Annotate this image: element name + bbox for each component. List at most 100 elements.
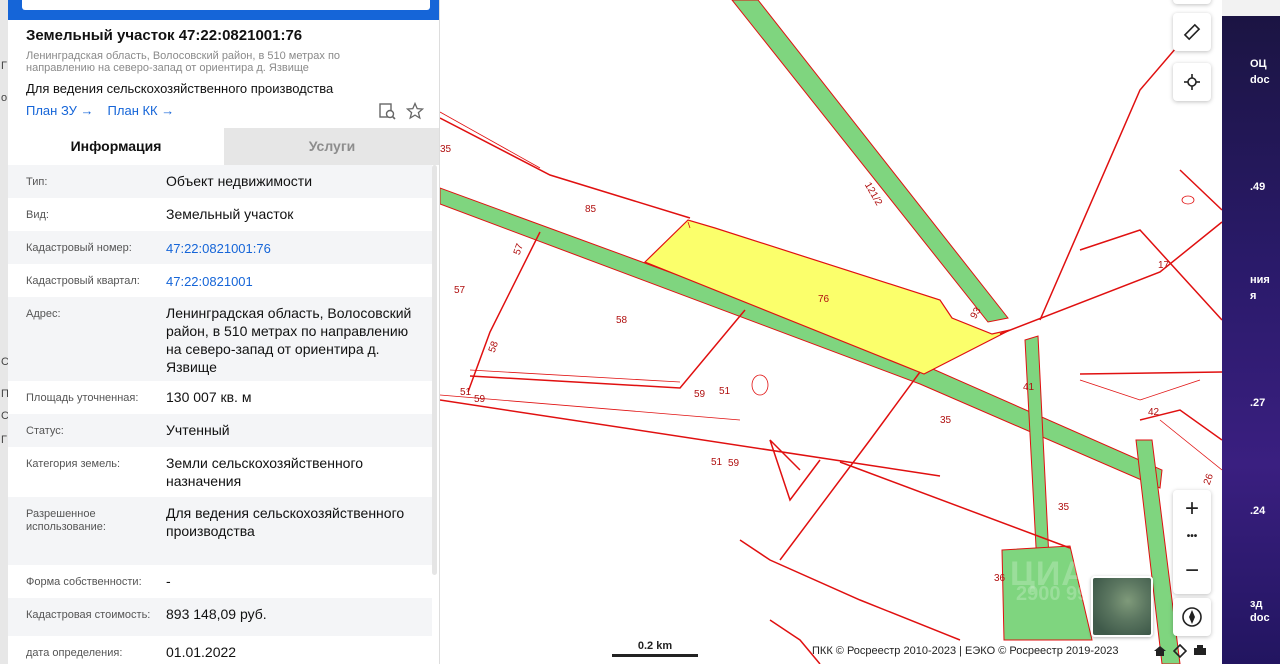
satellite-layer-toggle[interactable] bbox=[1091, 576, 1153, 637]
row-value: Земли сельскохозяйственного назначения bbox=[166, 455, 364, 489]
zoom-controls: + ••• − bbox=[1173, 490, 1211, 594]
right-strip-text: doc bbox=[1250, 612, 1270, 624]
right-strip-text: .24 bbox=[1250, 505, 1266, 517]
row-label: Кадастровый квартал: bbox=[26, 275, 140, 287]
left-strip-text: Г bbox=[1, 60, 7, 72]
search-input[interactable] bbox=[22, 0, 430, 10]
parcel-label: 51 bbox=[711, 457, 723, 468]
panel-actions bbox=[378, 101, 425, 120]
parcel-label: 85 bbox=[585, 204, 597, 215]
tab-services[interactable]: Услуги bbox=[224, 128, 439, 165]
plan-links: План ЗУ → План КК → bbox=[26, 103, 174, 118]
parcel-label: 17 bbox=[1158, 260, 1170, 271]
parcel-label: 26 bbox=[1202, 472, 1216, 487]
row-label: Тип: bbox=[26, 176, 48, 188]
table-row: Кадастровая стоимость: 893 148,09 руб. bbox=[8, 598, 432, 636]
scale-label: 0.2 km bbox=[637, 640, 673, 652]
table-row: Кадастровый номер: 47:22:0821001:76 bbox=[8, 231, 432, 264]
map-attribution: ПКК © Росреестр 2010-2023 | ЕЭКО © Росре… bbox=[812, 645, 1119, 657]
parcel-label: 35 bbox=[940, 415, 952, 426]
map-control-top[interactable] bbox=[1173, 0, 1211, 4]
row-value: Для ведения сельскохозяйственного произв… bbox=[166, 505, 405, 539]
table-row: Вид: Земельный участок bbox=[8, 198, 432, 231]
layers-icon[interactable] bbox=[1172, 643, 1188, 659]
parcel-address-subtitle: Ленинградская область, Волосовский район… bbox=[26, 50, 341, 74]
road-main bbox=[440, 187, 1163, 489]
row-label: Вид: bbox=[26, 209, 49, 221]
row-value: Ленинградская область, Волосовский район… bbox=[166, 305, 412, 375]
row-label: Категория земель: bbox=[26, 458, 121, 470]
crosshair-icon bbox=[1184, 74, 1200, 90]
parcel-label: 57 bbox=[512, 242, 526, 257]
right-strip-text: .49 bbox=[1250, 181, 1266, 193]
ruler-icon bbox=[1183, 23, 1201, 41]
more-button[interactable]: ••• bbox=[1173, 528, 1211, 546]
plan-zu-link[interactable]: План ЗУ → bbox=[26, 103, 94, 118]
compass-icon bbox=[1182, 607, 1202, 627]
star-icon[interactable] bbox=[405, 101, 425, 120]
map-scale: 0.2 km bbox=[612, 640, 698, 660]
row-label: Площадь уточненная: bbox=[26, 392, 139, 404]
search-header bbox=[8, 0, 439, 20]
row-value: 130 007 кв. м bbox=[166, 389, 252, 405]
table-row: дата определения: 01.01.2022 bbox=[8, 636, 432, 664]
zoom-out-button[interactable]: − bbox=[1173, 556, 1211, 586]
right-strip-text: .27 bbox=[1250, 397, 1266, 409]
zoom-in-button[interactable]: + bbox=[1173, 494, 1211, 524]
parcel-label: 35 bbox=[1058, 502, 1070, 513]
tab-information[interactable]: Информация bbox=[8, 128, 224, 165]
locate-button[interactable] bbox=[1173, 63, 1211, 101]
row-label: Статус: bbox=[26, 425, 64, 437]
parcel-title: Земельный участок 47:22:0821001:76 bbox=[26, 27, 303, 44]
parcel-label: 41 bbox=[1023, 382, 1035, 393]
corner-icons bbox=[1153, 643, 1207, 659]
panel-scrollbar[interactable] bbox=[432, 165, 437, 575]
table-row: Площадь уточненная: 130 007 кв. м bbox=[8, 381, 432, 414]
parcel-label: 59 bbox=[728, 458, 740, 469]
right-strip-text: doc bbox=[1250, 74, 1270, 86]
left-strip-text: Г bbox=[1, 434, 7, 446]
table-row: Категория земель: Земли сельскохозяйстве… bbox=[8, 447, 432, 497]
parcel-label: 59 bbox=[474, 394, 486, 405]
print-icon[interactable] bbox=[1193, 644, 1207, 658]
parcel-label: 35 bbox=[440, 144, 452, 155]
home-icon[interactable] bbox=[1153, 644, 1167, 658]
row-value: Земельный участок bbox=[166, 206, 294, 222]
row-value: 893 148,09 руб. bbox=[166, 606, 267, 622]
parcel-label: 42 bbox=[1148, 407, 1160, 418]
row-label: дата определения: bbox=[26, 647, 123, 659]
left-window-strip: Г о С П С Г bbox=[0, 0, 9, 664]
parcel-label: 76 bbox=[818, 294, 830, 305]
table-row: Кадастровый квартал: 47:22:0821001 bbox=[8, 264, 432, 297]
info-panel: Земельный участок 47:22:0821001:76 Ленин… bbox=[8, 0, 440, 664]
parcel-label: 58 bbox=[616, 315, 628, 326]
parcel-label: 36 bbox=[994, 573, 1006, 584]
row-value: Учтенный bbox=[166, 422, 230, 438]
left-strip-text: о bbox=[1, 92, 8, 104]
compass-button[interactable] bbox=[1173, 598, 1211, 636]
parcel-purpose: Для ведения сельскохозяйственного произв… bbox=[26, 81, 334, 96]
row-label: Разрешенное использование: bbox=[26, 508, 106, 533]
right-strip-text: зд bbox=[1250, 598, 1263, 610]
row-label: Форма собственности: bbox=[26, 576, 142, 588]
table-row: Форма собственности: - bbox=[8, 565, 432, 598]
parcel-label: 51 bbox=[719, 386, 731, 397]
table-row: Адрес: Ленинградская область, Волосовски… bbox=[8, 297, 432, 381]
table-row: Статус: Учтенный bbox=[8, 414, 432, 447]
parcel-label: 58 bbox=[487, 340, 501, 355]
panel-tabs: Информация Услуги bbox=[8, 128, 439, 165]
parcel-label: 59 bbox=[694, 389, 706, 400]
parcel-label: 51 bbox=[460, 387, 472, 398]
plan-kk-link[interactable]: План КК → bbox=[108, 103, 175, 118]
right-strip-text: ния bbox=[1250, 274, 1270, 286]
document-search-icon[interactable] bbox=[378, 102, 396, 120]
table-row: Тип: Объект недвижимости bbox=[8, 165, 432, 198]
row-value: 01.01.2022 bbox=[166, 644, 237, 660]
cadastral-quarter-link[interactable]: 47:22:0821001 bbox=[166, 264, 422, 297]
row-label: Адрес: bbox=[26, 308, 61, 320]
right-strip-text: я bbox=[1250, 290, 1257, 302]
row-label: Кадастровый номер: bbox=[26, 242, 132, 254]
cadastral-number-link[interactable]: 47:22:0821001:76 bbox=[166, 231, 422, 264]
ruler-button[interactable] bbox=[1173, 13, 1211, 51]
table-row: Разрешенное использование: Для ведения с… bbox=[8, 497, 432, 565]
